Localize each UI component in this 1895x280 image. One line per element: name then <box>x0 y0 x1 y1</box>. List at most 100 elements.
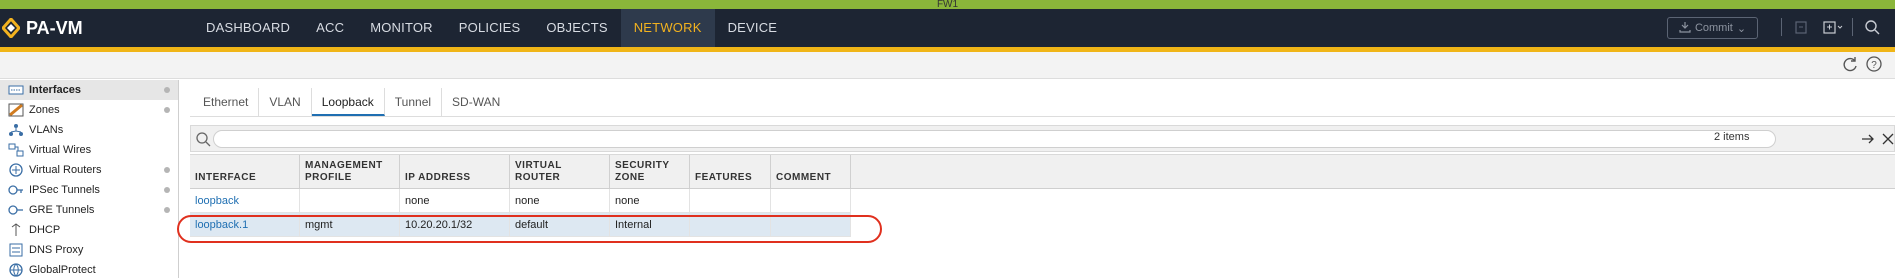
tab-policies[interactable]: POLICIES <box>446 9 534 47</box>
status-dot <box>164 87 170 93</box>
sub-toolbar <box>0 52 1895 79</box>
cell-features <box>690 189 771 212</box>
sidebar-item-interfaces[interactable]: Interfaces <box>0 80 178 100</box>
tab-ethernet[interactable]: Ethernet <box>193 88 260 116</box>
vlans-icon <box>8 123 24 137</box>
sidebar-item-label: Interfaces <box>29 84 81 96</box>
main-nav-tabs: DASHBOARD ACC MONITOR POLICIES OBJECTS N… <box>193 9 790 47</box>
dns-icon <box>8 243 24 257</box>
sidebar-item-vlans[interactable]: VLANs <box>0 120 178 140</box>
cell-comment <box>771 213 851 236</box>
column-header[interactable]: INTERFACE <box>190 155 300 188</box>
interface-link[interactable]: loopback.1 <box>190 213 300 236</box>
help-icon[interactable]: ? <box>1865 55 1883 76</box>
svg-text:?: ? <box>1871 60 1877 71</box>
tab-loopback[interactable]: Loopback <box>311 88 385 116</box>
sidebar-item-globalprotect[interactable]: GlobalProtect <box>0 260 178 280</box>
tab-dashboard[interactable]: DASHBOARD <box>193 9 303 47</box>
apply-filter-arrow-icon[interactable] <box>1860 131 1876 150</box>
logo-text: PA-VM <box>26 17 83 38</box>
sidebar-item-ipsec-tunnels[interactable]: IPSec Tunnels <box>0 180 178 200</box>
tab-monitor[interactable]: MONITOR <box>357 9 446 47</box>
column-header-filler <box>851 155 1895 188</box>
gre-icon <box>8 203 24 217</box>
search-icon <box>195 131 211 150</box>
cell-virtual-router: default <box>510 213 610 236</box>
divider <box>1781 18 1782 36</box>
sidebar-item-label: VLANs <box>29 124 64 136</box>
clear-filter-close-icon[interactable] <box>1880 131 1895 150</box>
interfaces-icon <box>8 83 24 97</box>
divider <box>1852 18 1853 36</box>
sidebar-item-label: GRE Tunnels <box>29 204 95 216</box>
zones-icon <box>8 103 24 117</box>
filter-bar: 2 items <box>190 125 1895 152</box>
table-row[interactable]: loopback none none none <box>190 189 851 213</box>
ipsec-icon <box>8 183 24 197</box>
tab-tunnel[interactable]: Tunnel <box>385 88 443 116</box>
table-header: INTERFACE MANAGEMENT PROFILE IP ADDRESS … <box>190 154 1895 189</box>
cell-management-profile: mgmt <box>300 213 400 236</box>
globalprotect-icon <box>8 263 24 277</box>
virtual-wires-icon <box>8 143 24 157</box>
header-icons <box>1781 15 1885 39</box>
sidebar-item-gre-tunnels[interactable]: GRE Tunnels <box>0 200 178 220</box>
tab-objects[interactable]: OBJECTS <box>533 9 620 47</box>
sidebar-item-label: DHCP <box>29 224 61 236</box>
sub-toolbar-icons: ? <box>1841 55 1883 76</box>
tab-acc[interactable]: ACC <box>303 9 357 47</box>
column-header[interactable]: FEATURES <box>690 155 771 188</box>
sidebar-item-dns-proxy[interactable]: DNS Proxy <box>0 240 178 260</box>
cell-ip-address: none <box>400 189 510 212</box>
column-header[interactable]: SECURITY ZONE <box>610 155 690 188</box>
sidebar-item-label: Zones <box>29 104 60 116</box>
sidebar-item-virtual-wires[interactable]: Virtual Wires <box>0 140 178 160</box>
sidebar-item-label: IPSec Tunnels <box>29 184 100 196</box>
sidebar-item-label: GlobalProtect <box>29 264 96 276</box>
dhcp-icon <box>8 223 24 237</box>
status-dot <box>164 187 170 193</box>
column-header[interactable]: VIRTUAL ROUTER <box>510 155 610 188</box>
interfaces-table: INTERFACE MANAGEMENT PROFILE IP ADDRESS … <box>190 154 1895 237</box>
column-header[interactable]: MANAGEMENT PROFILE <box>300 155 400 188</box>
cell-security-zone: Internal <box>610 213 690 236</box>
sidebar: Interfaces Zones VLANs Virtual Wires Vir… <box>0 80 179 278</box>
lock-icon[interactable] <box>1788 15 1814 39</box>
sidebar-item-virtual-routers[interactable]: Virtual Routers <box>0 160 178 180</box>
tab-network[interactable]: NETWORK <box>620 9 715 47</box>
cell-features <box>690 213 771 236</box>
sidebar-item-zones[interactable]: Zones <box>0 100 178 120</box>
window-title-bar: FW1 <box>0 0 1895 10</box>
commit-icon <box>1679 21 1691 36</box>
cell-virtual-router: none <box>510 189 610 212</box>
search-icon[interactable] <box>1859 15 1885 39</box>
chevron-down-icon: ⌄ <box>1736 22 1747 35</box>
interface-type-tabs: Ethernet VLAN Loopback Tunnel SD-WAN <box>193 88 510 116</box>
commit-button[interactable]: Commit ⌄ <box>1667 17 1758 39</box>
tab-vlan[interactable]: VLAN <box>259 88 312 116</box>
cell-ip-address: 10.20.20.1/32 <box>400 213 510 236</box>
cell-security-zone: none <box>610 189 690 212</box>
tab-sd-wan[interactable]: SD-WAN <box>442 88 510 116</box>
column-header[interactable]: IP ADDRESS <box>400 155 510 188</box>
config-icon[interactable] <box>1820 15 1846 39</box>
column-header[interactable]: COMMENT <box>771 155 851 188</box>
status-dot <box>164 167 170 173</box>
table-row-selected[interactable]: loopback.1 mgmt 10.20.20.1/32 default In… <box>190 213 851 237</box>
tab-divider <box>190 116 1895 117</box>
filter-input[interactable] <box>213 130 1776 148</box>
logo: PA-VM <box>0 9 83 47</box>
tab-device[interactable]: DEVICE <box>715 9 791 47</box>
sidebar-item-dhcp[interactable]: DHCP <box>0 220 178 240</box>
main-content: Ethernet VLAN Loopback Tunnel SD-WAN 2 i… <box>180 80 1895 278</box>
interface-link[interactable]: loopback <box>190 189 300 212</box>
cell-management-profile <box>300 189 400 212</box>
refresh-icon[interactable] <box>1841 55 1859 76</box>
sidebar-item-label: Virtual Wires <box>29 144 92 156</box>
sidebar-item-label: Virtual Routers <box>29 164 102 176</box>
sidebar-item-label: DNS Proxy <box>29 244 84 256</box>
cell-comment <box>771 189 851 212</box>
item-count: 2 items <box>1714 131 1750 143</box>
status-dot <box>164 107 170 113</box>
virtual-routers-icon <box>8 163 24 177</box>
